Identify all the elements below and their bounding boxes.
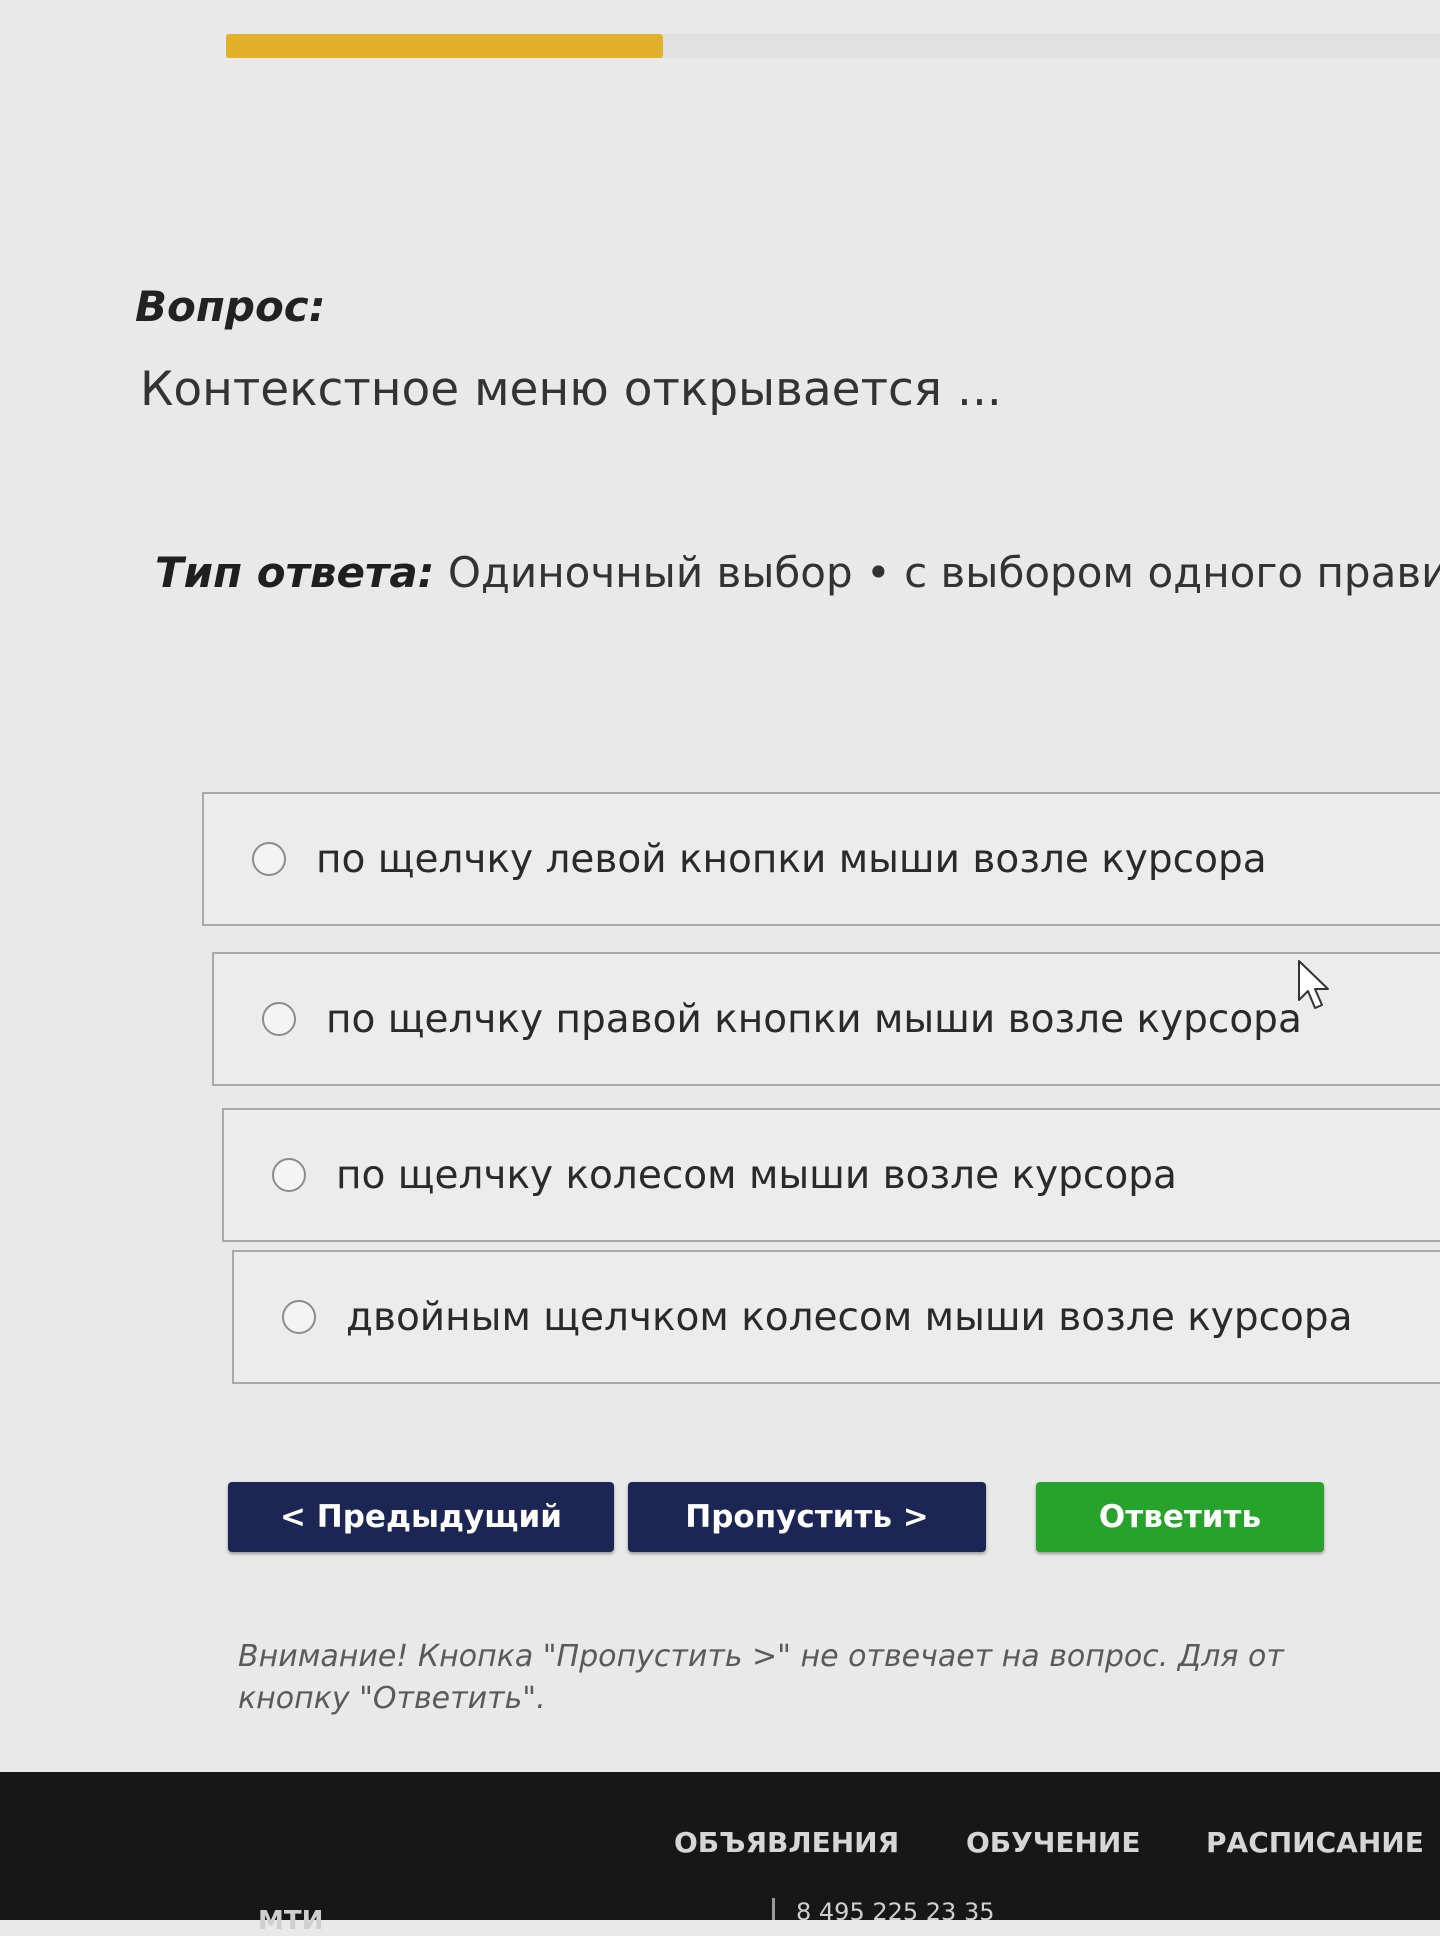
radio-button[interactable] [282,1300,316,1334]
footer-brand: МТИ [258,1906,324,1936]
answer-type: Тип ответа: Одиночный выбор • с выбором … [155,548,1440,597]
answer-option-4[interactable]: двойным щелчком колесом мыши возле курсо… [232,1250,1440,1384]
answer-option-text: по щелчку левой кнопки мыши возле курсор… [316,836,1267,882]
answer-type-label: Тип ответа: [155,548,435,597]
radio-button[interactable] [252,842,286,876]
answer-option-text: двойным щелчком колесом мыши возле курсо… [346,1294,1353,1340]
previous-button[interactable]: < Предыдущий [228,1482,614,1552]
progress-bar [226,34,1440,58]
answer-button[interactable]: Ответить [1036,1482,1324,1552]
answer-option-2[interactable]: по щелчку правой кнопки мыши возле курсо… [212,952,1440,1086]
footer-divider [772,1898,775,1920]
mouse-pointer-icon [1298,960,1329,1009]
question-label: Вопрос: [135,282,326,331]
notice-text: Внимание! Кнопка "Пропустить >" не отвеч… [238,1636,1284,1720]
answer-type-value: Одиночный выбор • с выбором одного прави… [447,548,1440,597]
notice-line-1: Внимание! Кнопка "Пропустить >" не отвеч… [238,1639,1284,1674]
footer-link-schedule[interactable]: РАСПИСАНИЕ [1206,1826,1424,1859]
answer-option-text: по щелчку колесом мыши возле курсора [336,1152,1177,1198]
footer-link-announcements[interactable]: ОБЪЯВЛЕНИЯ [674,1826,899,1859]
progress-bar-fill [226,34,664,58]
question-text: Контекстное меню открывается ... [140,362,1002,417]
answer-option-3[interactable]: по щелчку колесом мыши возле курсора [222,1108,1440,1242]
radio-button[interactable] [272,1158,306,1192]
footer-link-education[interactable]: ОБУЧЕНИЕ [966,1826,1140,1859]
answer-option-1[interactable]: по щелчку левой кнопки мыши возле курсор… [202,792,1440,926]
skip-button[interactable]: Пропустить > [628,1482,986,1552]
notice-line-2: кнопку "Ответить". [238,1681,546,1716]
footer-phone[interactable]: 8 495 225 23 35 [796,1898,994,1926]
answer-option-text: по щелчку правой кнопки мыши возле курсо… [326,996,1302,1042]
footer: ОБЪЯВЛЕНИЯ ОБУЧЕНИЕ РАСПИСАНИЕ МТИ 8 495… [0,1772,1440,1936]
radio-button[interactable] [262,1002,296,1036]
